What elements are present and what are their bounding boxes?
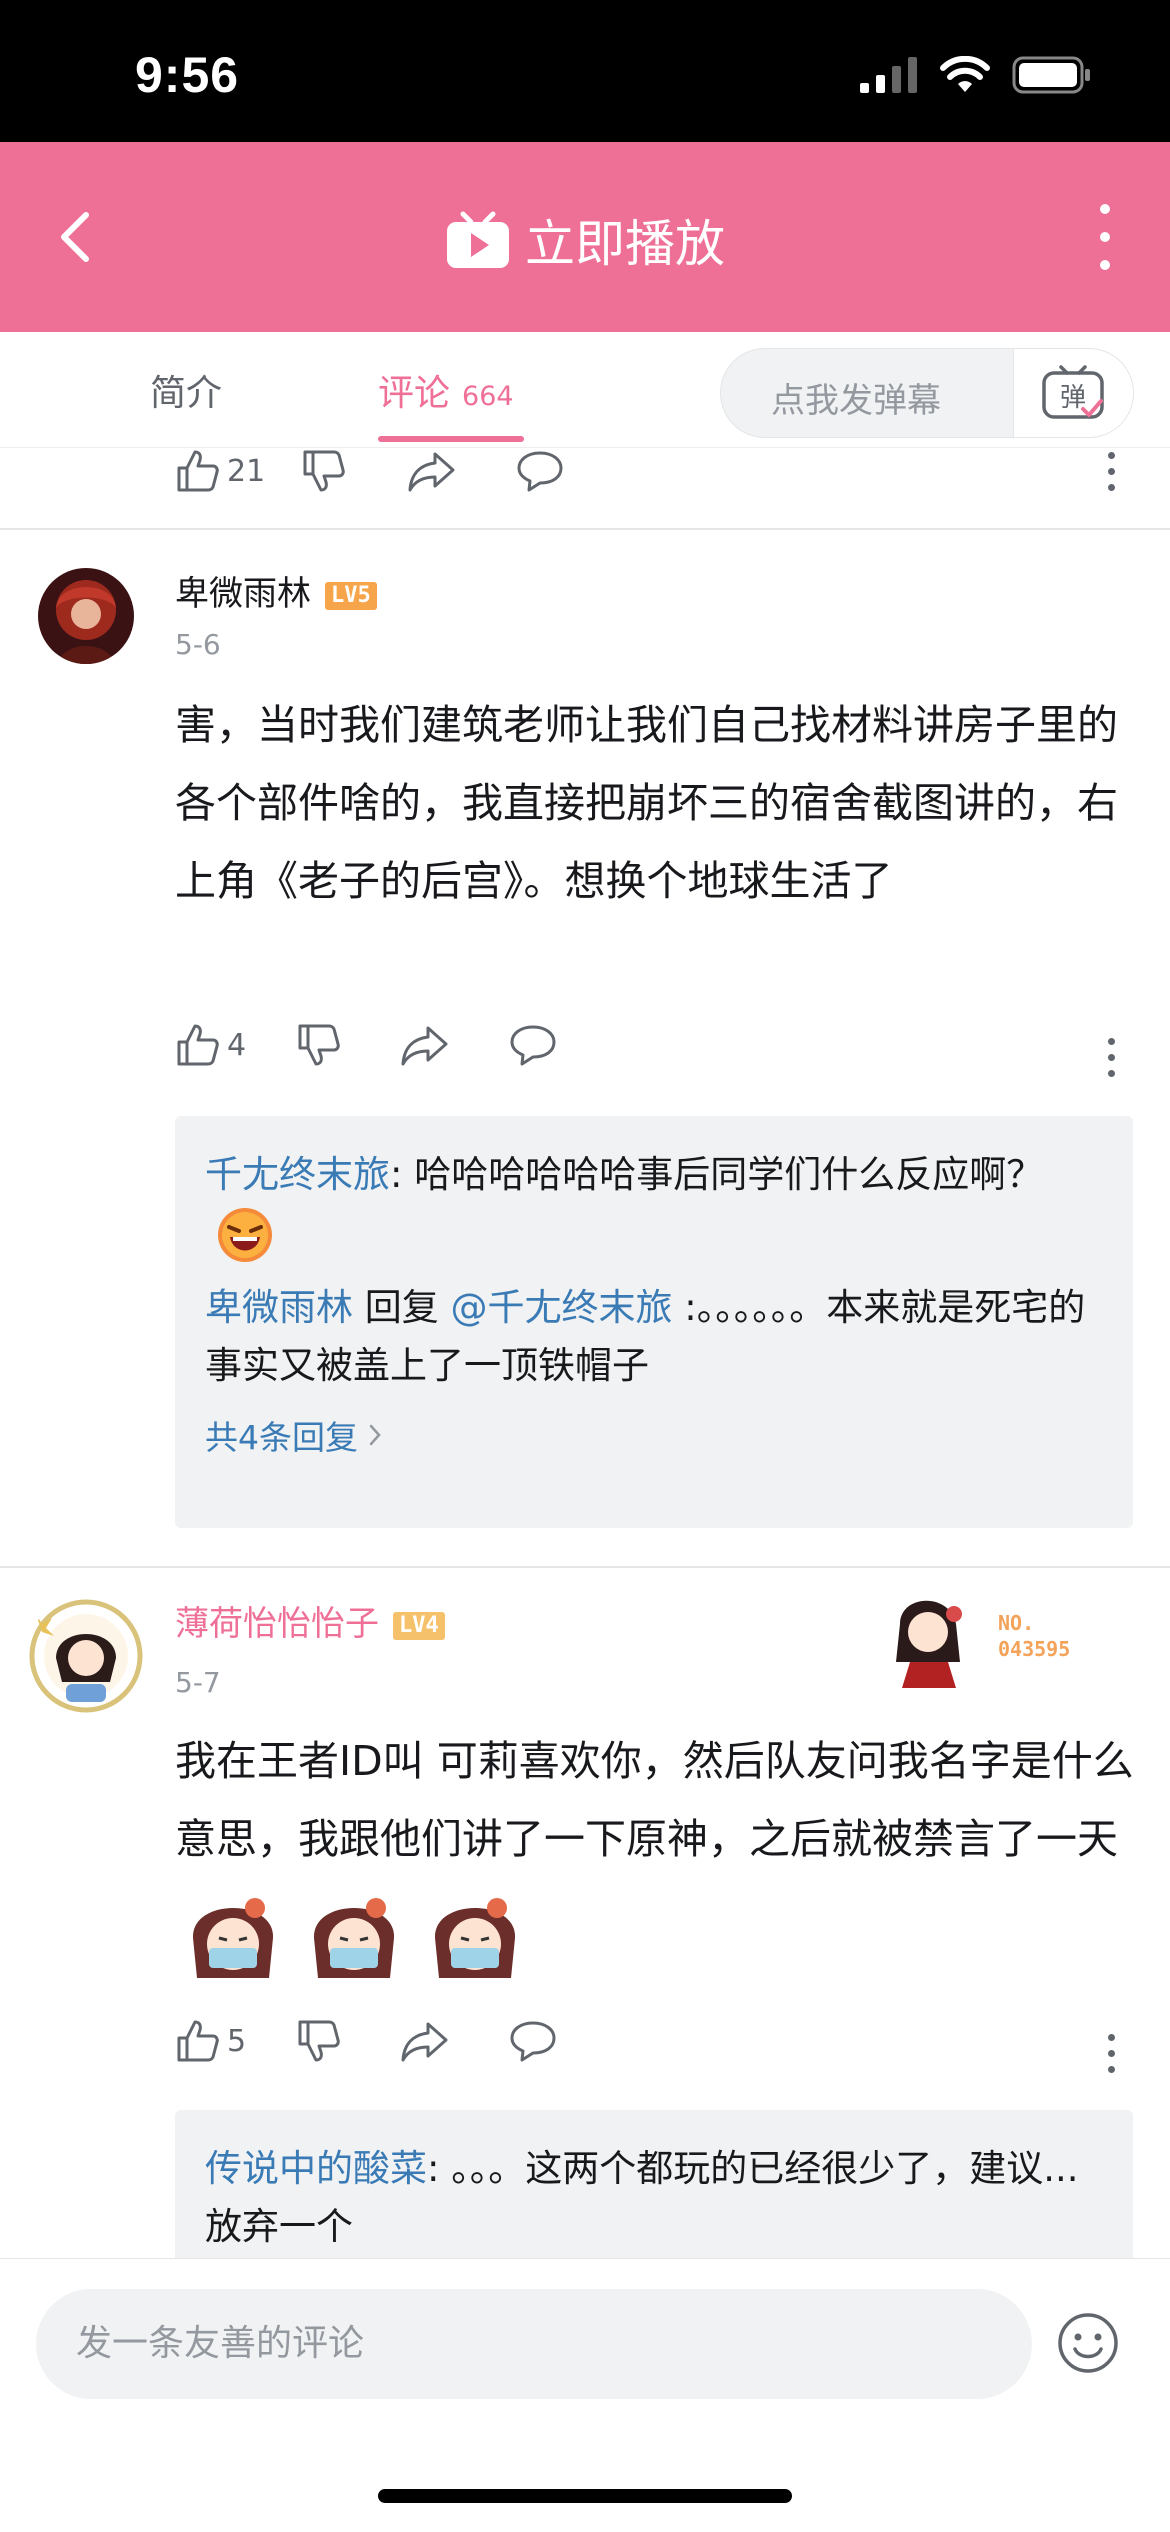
comment-date: 5-6	[175, 628, 221, 661]
username-text: 卑微雨林	[175, 574, 311, 614]
avatar[interactable]	[38, 568, 134, 664]
sticker-icon	[192, 1898, 274, 1978]
view-all-replies-link[interactable]: 共4条回复	[205, 1411, 1103, 1459]
thumbs-down-icon	[303, 450, 345, 492]
fan-badge-digits: 043595	[998, 1637, 1071, 1661]
thumbs-down-icon	[298, 1024, 340, 1066]
comment-username[interactable]: 薄荷怡怡怡子 LV4	[175, 1596, 445, 1645]
action-bar: 4	[175, 1022, 558, 1068]
thumbs-up-icon	[177, 2020, 219, 2062]
like-count: 5	[227, 2023, 247, 2059]
fan-badge-number: NO. 043595	[998, 1610, 1070, 1662]
comment-text-body: 我在王者ID叫 可莉喜欢你，然后队友问我名字是什么意思，我跟他们讲了一下原神，之…	[175, 1737, 1134, 1863]
status-bar: 9:56	[0, 0, 1170, 142]
level-badge: LV4	[393, 1611, 445, 1640]
bottom-comment-bar: 发一条友善的评论	[0, 2258, 1170, 2532]
comment-bubble-icon	[510, 1025, 556, 1066]
username-text: 薄荷怡怡怡子	[175, 1604, 379, 1644]
comment-bubble-icon	[517, 451, 563, 492]
reply-button[interactable]	[515, 448, 565, 494]
comment-text: 害，当时我们建筑老师让我们自己找材料讲房子里的各个部件啥的，我直接把崩坏三的宿舍…	[175, 701, 1118, 905]
action-bar: 5	[175, 2018, 558, 2064]
like-count: 21	[227, 453, 266, 489]
like-button[interactable]: 21	[175, 448, 265, 494]
reply-word: 回复	[353, 1285, 451, 1329]
comment-bubble-icon	[510, 2021, 556, 2062]
like-button[interactable]: 5	[175, 2018, 246, 2064]
comment-list: 21 卑微雨林 LV5 5-6 害，当时我们建筑老师让我们自己找材料讲房子里的各个…	[0, 448, 1170, 2258]
reply-author[interactable]: 千尢终末旅	[205, 1153, 390, 1196]
share-button[interactable]	[400, 2018, 450, 2064]
active-tab-indicator	[378, 436, 524, 442]
share-button[interactable]	[400, 1022, 450, 1068]
divider	[0, 528, 1170, 530]
like-button[interactable]: 4	[175, 1022, 246, 1068]
tab-bar: 简介 评论 664 点我发弹幕 弹	[0, 332, 1170, 448]
comment-text: 我在王者ID叫 可莉喜欢你，然后队友问我名字是什么意思，我跟他们讲了一下原神，之…	[175, 1722, 1135, 2011]
comment-more-button[interactable]	[1108, 2034, 1118, 2073]
share-icon	[408, 452, 455, 492]
sticker-group	[179, 1878, 529, 2011]
status-time: 9:56	[135, 47, 240, 103]
avatar[interactable]	[26, 1596, 146, 1716]
dislike-button[interactable]	[296, 2018, 342, 2064]
cellular-signal-icon	[860, 57, 917, 93]
character-badge-icon	[896, 1600, 962, 1688]
reply-button[interactable]	[508, 2018, 558, 2064]
share-icon	[401, 1026, 448, 1066]
reply-button[interactable]	[508, 1022, 558, 1068]
tab-comments-label: 评论	[378, 373, 451, 414]
thumbs-up-icon	[177, 450, 219, 492]
reply-item: 千尢终末旅: 哈哈哈哈哈哈事后同学们什么反应啊？	[205, 1146, 1103, 1265]
reply-text: : 哈哈哈哈哈哈事后同学们什么反应啊？	[390, 1153, 1044, 1196]
danmaku-icon: 弹	[1041, 365, 1104, 419]
battery-icon	[1012, 56, 1090, 94]
reply-author[interactable]: 卑微雨林	[205, 1286, 353, 1329]
reply-item: 传说中的酸菜: 。。。这两个都玩的已经很少了，建议...放弃一个	[205, 2140, 1103, 2256]
top-header: 立即播放	[0, 142, 1170, 332]
reply-preview-box[interactable]: 传说中的酸菜: 。。。这两个都玩的已经很少了，建议...放弃一个	[175, 2110, 1133, 2258]
reply-count-label: 共4条回复	[205, 1417, 358, 1457]
tv-play-icon	[447, 211, 509, 268]
fan-badge-no: NO.	[998, 1611, 1035, 1635]
dislike-button[interactable]	[301, 448, 347, 494]
comment-username[interactable]: 卑微雨林 LV5	[175, 566, 377, 615]
comment-more-button[interactable]	[1108, 452, 1118, 491]
comment-count: 664	[462, 381, 514, 412]
like-count: 4	[227, 1027, 247, 1063]
wifi-icon	[940, 56, 990, 92]
comment-date: 5-7	[175, 1666, 221, 1699]
level-badge: LV5	[325, 581, 377, 610]
comment-more-button[interactable]	[1108, 1038, 1118, 1077]
reply-author[interactable]: 传说中的酸菜	[205, 2147, 427, 2190]
laughing-emoji-icon	[218, 1207, 272, 1262]
status-icons	[860, 56, 1092, 94]
more-options-button[interactable]	[1080, 204, 1130, 270]
comment-input[interactable]: 发一条友善的评论	[36, 2289, 1032, 2399]
thumbs-up-icon	[177, 1024, 219, 1066]
divider	[0, 1566, 1170, 1568]
chevron-right-icon	[369, 1424, 381, 1445]
sticker-icon	[314, 1898, 395, 1978]
play-now-button[interactable]: 立即播放	[0, 204, 1170, 276]
danmaku-toggle-button[interactable]: 弹	[1013, 349, 1133, 437]
reply-item: 卑微雨林 回复 @千尢终末旅 :。。。。。。本来就是死宅的事实又被盖上了一顶铁帽…	[205, 1279, 1103, 1395]
dislike-button[interactable]	[296, 1022, 342, 1068]
thumbs-down-icon	[298, 2020, 340, 2062]
header-title: 立即播放	[525, 215, 725, 273]
tab-comments[interactable]: 评论 664	[378, 364, 514, 416]
fan-badge[interactable]: NO. 043595	[870, 1584, 1140, 1694]
share-button[interactable]	[407, 448, 457, 494]
reply-mention[interactable]: @千尢终末旅	[451, 1286, 673, 1329]
emoji-icon[interactable]	[1056, 2311, 1120, 2375]
sticker-icon	[435, 1898, 516, 1978]
reply-preview-box[interactable]: 千尢终末旅: 哈哈哈哈哈哈事后同学们什么反应啊？ 卑微雨林 回复 @千尢终末旅 …	[175, 1116, 1133, 1528]
share-icon	[401, 2022, 448, 2062]
danmaku-input[interactable]: 点我发弹幕	[771, 373, 941, 422]
danmaku-bar: 点我发弹幕 弹	[720, 348, 1134, 438]
tab-intro[interactable]: 简介	[150, 364, 222, 416]
home-indicator	[378, 2489, 792, 2503]
action-bar: 21	[175, 448, 565, 494]
